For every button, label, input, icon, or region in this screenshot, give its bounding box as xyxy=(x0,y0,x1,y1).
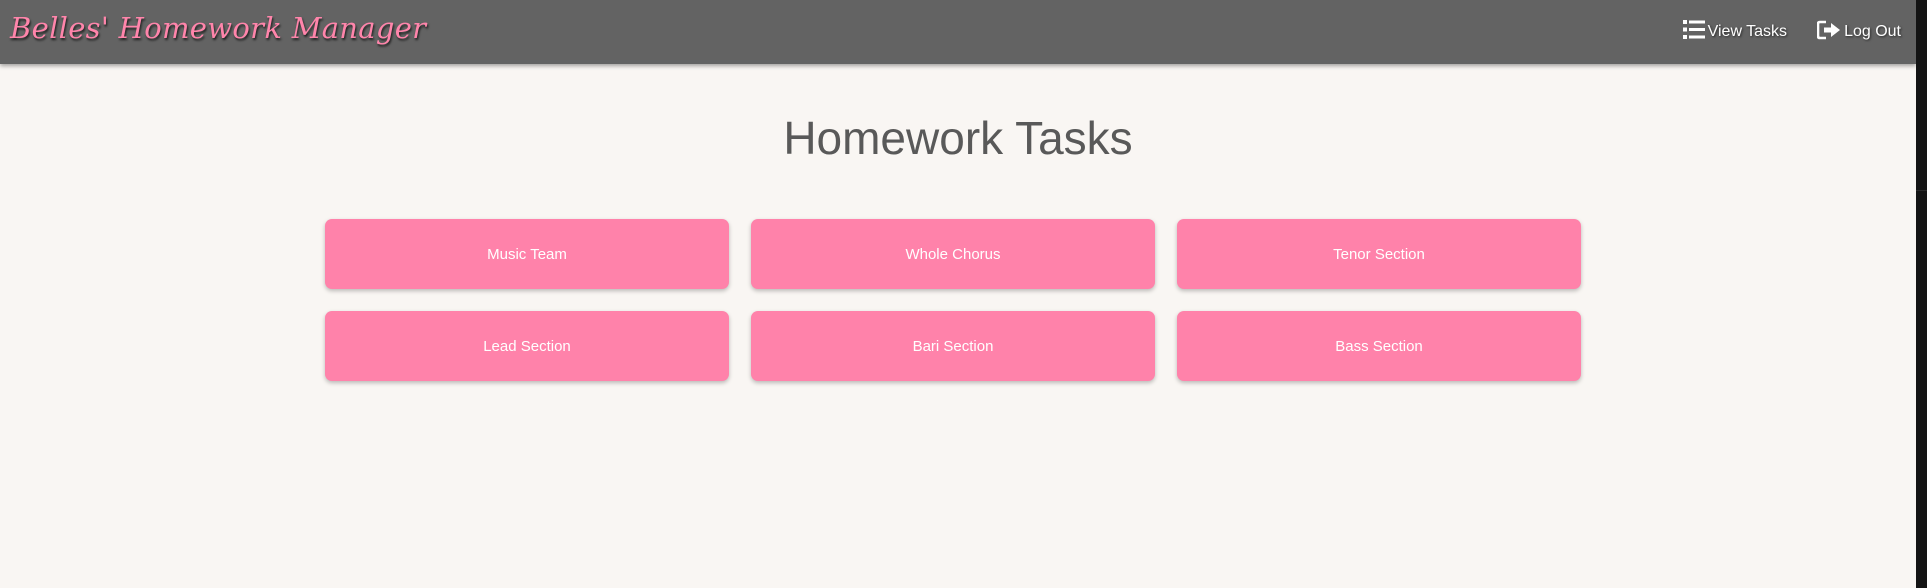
page-title: Homework Tasks xyxy=(783,112,1133,164)
log-out-label: Log Out xyxy=(1844,23,1901,40)
bari-section-button[interactable]: Bari Section xyxy=(751,311,1155,381)
bass-section-button[interactable]: Bass Section xyxy=(1177,311,1581,381)
log-out-link[interactable]: Log Out xyxy=(1817,20,1901,41)
window-edge xyxy=(1916,0,1927,588)
view-tasks-link[interactable]: View Tasks xyxy=(1682,20,1788,41)
tenor-section-button[interactable]: Tenor Section xyxy=(1177,219,1581,289)
top-navbar: Belles' Homework Manager View Tasks Log … xyxy=(0,0,1916,64)
brand-logo[interactable]: Belles' Homework Manager xyxy=(10,11,426,45)
page: Belles' Homework Manager View Tasks Log … xyxy=(0,0,1916,588)
lead-section-button[interactable]: Lead Section xyxy=(325,311,729,381)
whole-chorus-button[interactable]: Whole Chorus xyxy=(751,219,1155,289)
view-tasks-label: View Tasks xyxy=(1707,23,1788,40)
section-grid: Music Team Whole Chorus Tenor Section Le… xyxy=(325,219,1581,381)
nav-links: View Tasks Log Out xyxy=(1682,0,1901,64)
music-team-button[interactable]: Music Team xyxy=(325,219,729,289)
list-icon xyxy=(1682,20,1705,39)
sign-out-icon xyxy=(1817,20,1841,40)
